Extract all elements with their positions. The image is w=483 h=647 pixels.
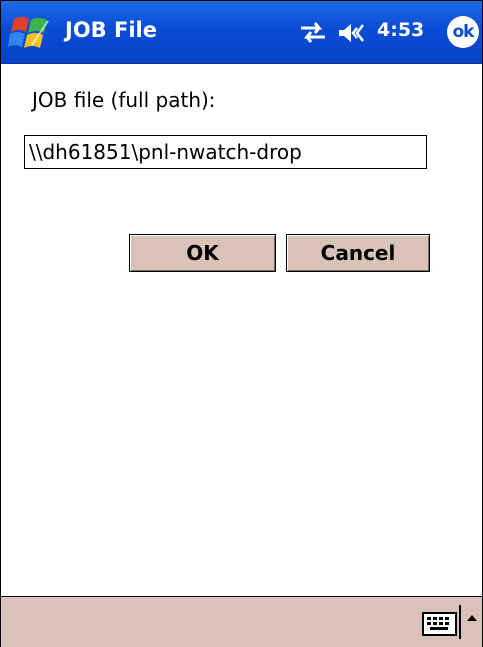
clock[interactable]: 4:53 [377,19,424,41]
title-bar: JOB File 4:53 ok [1,1,482,64]
menu-bar [1,596,482,647]
keyboard-icon[interactable] [422,611,458,637]
up-arrow-icon[interactable] [464,610,480,626]
connectivity-icon[interactable] [299,19,327,45]
ok-close-button[interactable]: ok [447,16,479,48]
cancel-button[interactable]: Cancel [286,234,430,272]
app-window: JOB File 4:53 ok JOB file (full path): O… [0,0,483,647]
job-file-path-input[interactable] [24,135,427,169]
window-title: JOB File [65,18,157,42]
ok-button[interactable]: OK [129,234,276,272]
job-file-label: JOB file (full path): [32,88,216,112]
sip-divider [459,605,461,639]
windows-start-icon[interactable] [8,11,54,55]
volume-icon[interactable] [337,20,375,46]
